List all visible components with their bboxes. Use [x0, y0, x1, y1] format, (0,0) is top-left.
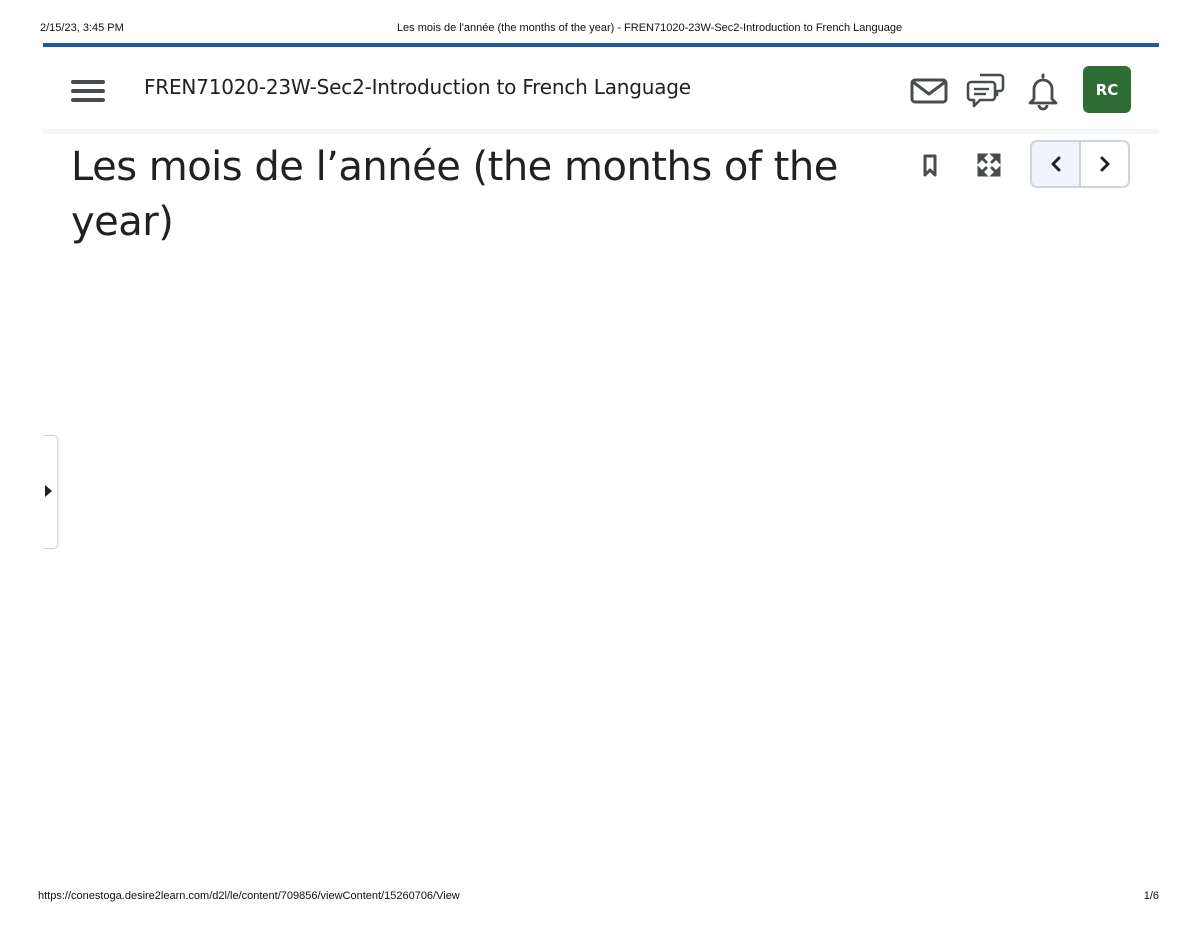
print-page-number: 1/6 [1143, 890, 1159, 902]
previous-topic-button[interactable] [1032, 142, 1079, 186]
bell-icon[interactable] [1023, 71, 1063, 111]
navbar-divider [43, 129, 1159, 134]
mail-icon[interactable] [909, 71, 949, 111]
print-url: https://conestoga.desire2learn.com/d2l/l… [38, 890, 460, 902]
topic-title: Les mois de l’année (the months of the y… [71, 144, 838, 245]
menu-icon[interactable] [71, 80, 105, 102]
print-title: Les mois de l'année (the months of the y… [396, 22, 903, 34]
fullscreen-icon[interactable] [974, 150, 1004, 180]
bookmark-icon[interactable] [915, 150, 945, 180]
caret-right-icon [45, 485, 52, 497]
course-title[interactable]: FREN71020-23W-Sec2-Introduction to Frenc… [144, 75, 691, 99]
print-footer: https://conestoga.desire2learn.com/d2l/l… [38, 890, 1159, 906]
sidebar-toggle[interactable] [43, 435, 58, 549]
user-avatar[interactable]: RC [1083, 66, 1131, 113]
print-header: 2/15/23, 3:45 PM Les mois de l'année (th… [40, 22, 1159, 38]
topic-pager [1030, 140, 1130, 188]
chevron-right-icon [1100, 156, 1109, 172]
navbar: FREN71020-23W-Sec2-Introduction to Frenc… [43, 47, 1159, 129]
next-topic-button[interactable] [1079, 142, 1128, 186]
chevron-left-icon [1051, 156, 1060, 172]
chat-icon[interactable] [966, 71, 1006, 111]
